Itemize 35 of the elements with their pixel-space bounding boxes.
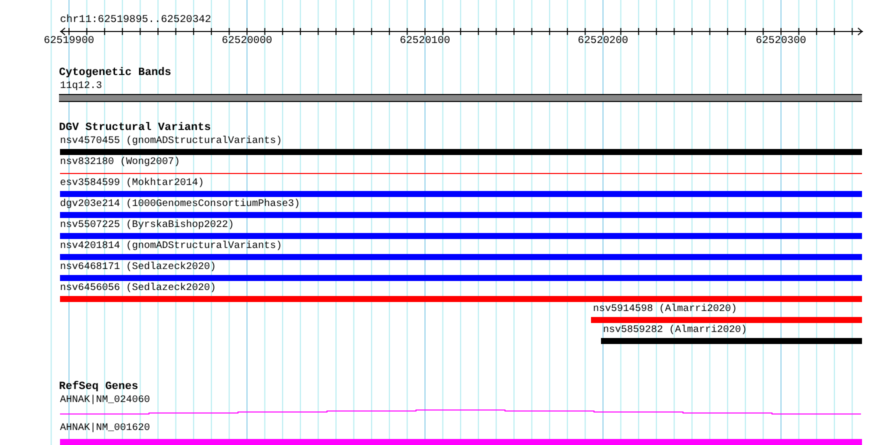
variant-bar[interactable] xyxy=(60,149,862,155)
variant-line[interactable] xyxy=(60,172,862,174)
band-label: 11q12.3 xyxy=(60,80,104,93)
variant-label[interactable]: dgv203e214 (1000GenomesConsortiumPhase3) xyxy=(60,198,890,211)
variant-label[interactable]: nsv4201814 (gnomADStructuralVariants) xyxy=(60,240,890,253)
variant-bar[interactable] xyxy=(60,233,862,239)
cytoband-bar[interactable] xyxy=(59,94,862,102)
variant-label[interactable]: nsv6468171 (Sedlazeck2020) xyxy=(60,261,890,274)
variant-label[interactable]: nsv4570455 (gnomADStructuralVariants) xyxy=(60,135,890,148)
variant-bar[interactable] xyxy=(601,338,862,344)
variant-bar[interactable] xyxy=(60,191,862,197)
transcript-line-drawing[interactable] xyxy=(60,407,862,416)
transcript-label[interactable]: AHNAK|NM_001620 xyxy=(60,422,890,435)
tick-label: 62520000 xyxy=(222,35,272,47)
variant-bar[interactable] xyxy=(60,254,862,260)
variant-label[interactable]: nsv5914598 (Almarri2020) xyxy=(591,303,890,316)
tick-label: 62519900 xyxy=(44,35,94,47)
tick-label: 62520100 xyxy=(400,35,450,47)
tick-label: 62520200 xyxy=(578,35,628,47)
variant-bar[interactable] xyxy=(60,275,862,281)
transcript-label[interactable]: AHNAK|NM_024060 xyxy=(60,394,890,407)
variant-label[interactable]: nsv6456056 (Sedlazeck2020) xyxy=(60,282,890,295)
track-title: RefSeq Genes xyxy=(59,381,140,394)
variant-label[interactable]: nsv832180 (Wong2007) xyxy=(60,156,890,169)
track-title: Cytogenetic Bands xyxy=(59,67,172,80)
variant-bar[interactable] xyxy=(60,212,862,218)
variant-label[interactable]: nsv5859282 (Almarri2020) xyxy=(601,324,890,337)
track-title: DGV Structural Variants xyxy=(59,122,212,135)
tick-label: 62520300 xyxy=(756,35,806,47)
variant-bar[interactable] xyxy=(591,317,862,323)
transcript-bar[interactable] xyxy=(60,439,862,445)
variant-label[interactable]: nsv5507225 (ByrskaBishop2022) xyxy=(60,219,890,232)
location-title: chr11:62519895..62520342 xyxy=(60,14,212,27)
variant-label[interactable]: esv3584599 (Mokhtar2014) xyxy=(60,177,890,190)
variant-bar[interactable] xyxy=(60,296,862,302)
